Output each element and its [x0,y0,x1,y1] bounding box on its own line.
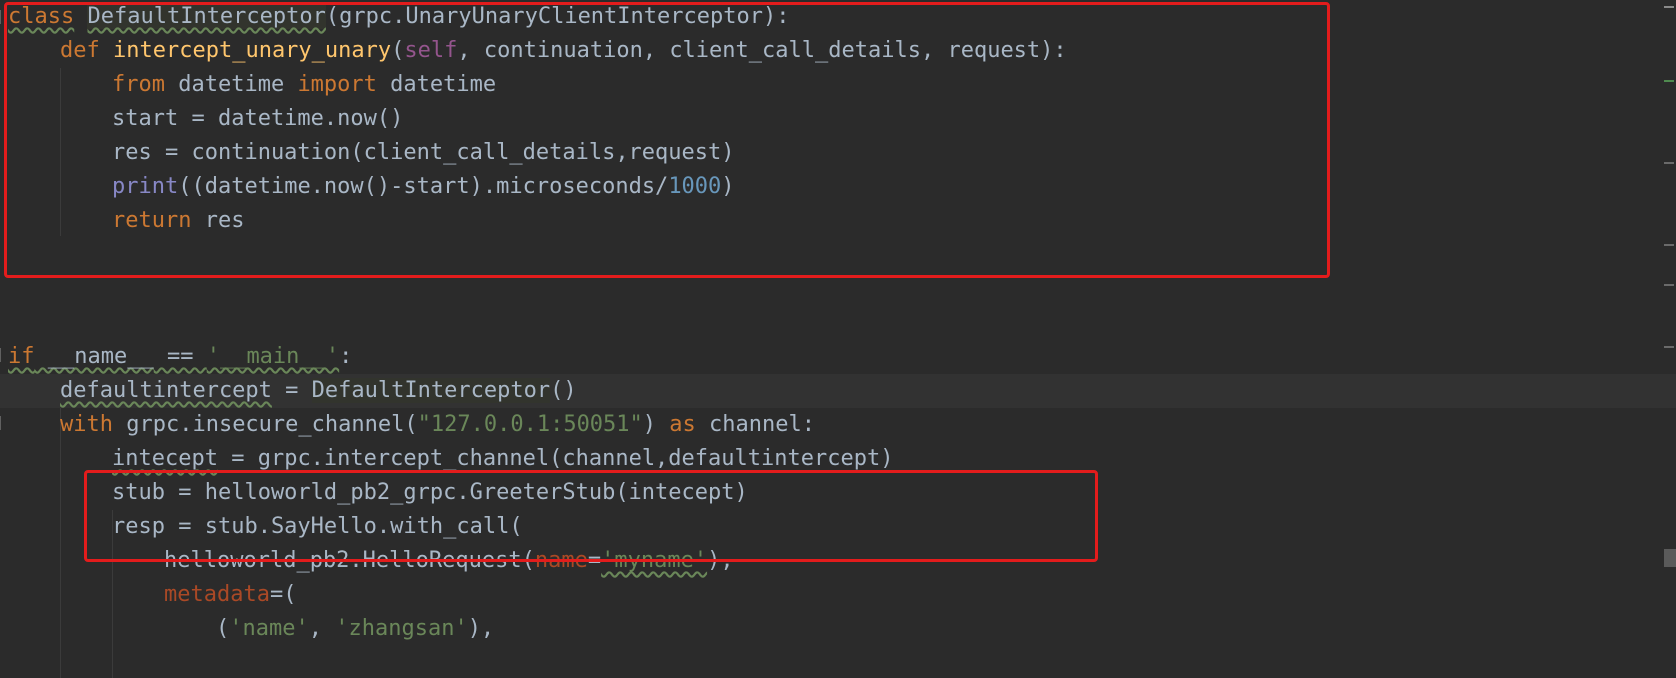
scrollbar-marker[interactable] [1664,162,1674,164]
code-text: ( [216,616,230,641]
keyword-argument: metadata [164,582,270,607]
code-text: grpc.insecure_channel( [112,412,418,437]
code-line-16[interactable]: ('name', 'zhangsan'), [216,612,494,646]
code-text: channel: [695,412,816,437]
string-literal: 'name' [229,616,309,641]
scrollbar-thumb[interactable] [1664,549,1676,567]
string-literal: 'zhangsan' [335,616,468,641]
keyword: as [669,412,696,437]
code-text: = [271,378,312,403]
code-text: ) [642,412,670,437]
keyword: with [60,412,113,437]
highlight-box-intercept-channel [84,470,1098,562]
code-line-8[interactable]: if __name__ == '__main__': [8,340,352,374]
code-text: =( [269,582,297,607]
code-line-10[interactable]: with grpc.insecure_channel("127.0.0.1:50… [60,408,815,442]
fold-marker-icon[interactable] [0,416,7,430]
string-literal: '__main__' [206,344,340,369]
code-line-15[interactable]: metadata=( [164,578,296,612]
scrollbar-marker[interactable] [1664,244,1674,246]
code-text: , [308,616,336,641]
code-text: __name__ [34,344,154,369]
variable-name: intecept [112,446,218,471]
keyword: if [8,344,35,369]
code-text: = grpc.intercept_channel(channel,default… [217,446,894,471]
scrollbar-warning-marker[interactable] [1664,6,1674,8]
string-literal: "127.0.0.1:50051" [417,412,643,437]
code-line-9[interactable]: defaultintercept = DefaultInterceptor() [60,374,577,408]
scrollbar-marker[interactable] [1664,346,1674,348]
variable-name: defaultintercept [60,378,272,403]
fold-marker-icon[interactable] [0,348,7,362]
code-text: : [339,344,353,369]
code-text: == [153,344,207,369]
scrollbar-marker[interactable] [1664,80,1674,82]
highlight-box-interceptor-class [4,2,1330,278]
code-editor[interactable]: class DefaultInterceptor(grpc.UnaryUnary… [0,0,1676,678]
indent-guide [60,408,61,678]
class-name: DefaultInterceptor [311,378,551,403]
code-text: () [550,378,577,403]
code-text: ), [467,616,495,641]
scrollbar-marker[interactable] [1664,284,1674,286]
